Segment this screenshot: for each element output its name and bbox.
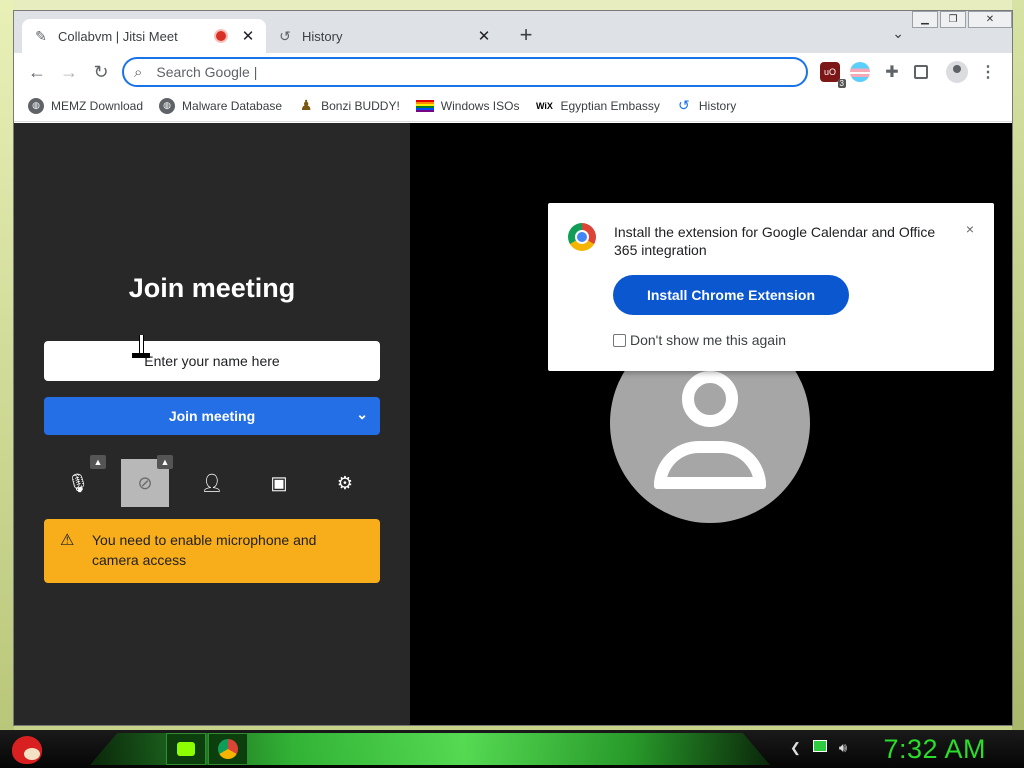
- install-extension-button[interactable]: Install Chrome Extension: [613, 275, 849, 315]
- close-tab-icon[interactable]: ✕: [240, 27, 256, 45]
- profile-avatar-icon[interactable]: [946, 61, 968, 83]
- globe-icon: ◍: [28, 97, 44, 114]
- bookmark-label: Malware Database: [182, 98, 283, 113]
- bookmark-malware-database[interactable]: ◍ Malware Database: [159, 97, 283, 114]
- add-person-icon: 👤︎: [200, 472, 224, 493]
- video-settings-caret-icon[interactable]: ▲: [157, 455, 173, 469]
- extension-popup: Install the extension for Google Calenda…: [548, 203, 994, 371]
- tab-strip: ✎ Collabvm | Jitsi Meet ✕ ↺ History ✕ + …: [14, 11, 1012, 53]
- flag-extension-icon[interactable]: [850, 62, 870, 82]
- browser-window: ✎ Collabvm | Jitsi Meet ✕ ↺ History ✕ + …: [13, 10, 1013, 726]
- ublock-badge: 3: [837, 79, 846, 88]
- bookmarks-bar: ◍ MEMZ Download ◍ Malware Database ♟ Bon…: [14, 90, 1012, 122]
- extensions-puzzle-icon[interactable]: ✚: [882, 62, 902, 82]
- checkbox-icon[interactable]: [613, 333, 626, 347]
- warning-icon: ⚠: [60, 532, 75, 549]
- dont-show-again-checkbox[interactable]: Don't show me this again: [613, 332, 786, 348]
- desktop-background-right: [1012, 0, 1024, 730]
- forward-button[interactable]: →: [56, 59, 82, 85]
- taskbar: ❮ 🔊︎ 7:32 AM: [0, 730, 1024, 768]
- volume-icon[interactable]: 🔊︎: [839, 740, 847, 756]
- browser-toolbar: ← → ↻ ⌕ uO3 ✚ ⋮: [14, 53, 1012, 90]
- taskbar-app-chrome[interactable]: [208, 733, 248, 765]
- warning-text: You need to enable microphone and camera…: [92, 532, 317, 568]
- background-button[interactable]: ▣: [255, 459, 303, 507]
- tray-arrow-icon[interactable]: ❮: [790, 740, 801, 756]
- permission-warning: ⚠ You need to enable microphone and came…: [44, 519, 380, 583]
- settings-button[interactable]: ⚙: [321, 459, 369, 507]
- audio-settings-caret-icon[interactable]: ▲: [90, 455, 106, 469]
- close-icon[interactable]: ×: [966, 221, 974, 237]
- history-icon: ↺: [279, 27, 291, 44]
- taskbar-app-green[interactable]: [166, 733, 206, 765]
- desktop-background-left: [0, 0, 14, 730]
- invite-button[interactable]: 👤︎: [188, 459, 236, 507]
- start-button[interactable]: [8, 732, 46, 766]
- page-title: Join meeting: [128, 273, 296, 303]
- system-tray: ❮ 🔊︎: [790, 740, 847, 756]
- tab-title: Collabvm | Jitsi Meet: [58, 28, 178, 44]
- rainbow-flag-icon: [415, 99, 434, 112]
- tab-history[interactable]: ↺ History ✕: [266, 19, 502, 53]
- side-panel-icon[interactable]: [914, 65, 928, 79]
- back-button[interactable]: ←: [24, 59, 50, 85]
- maximize-button[interactable]: ❐: [940, 11, 966, 28]
- wix-icon: WiX: [536, 100, 553, 111]
- join-meeting-label: Join meeting: [168, 408, 256, 424]
- clock[interactable]: 7:32 AM: [883, 734, 986, 765]
- address-input[interactable]: [156, 64, 757, 80]
- tab-search-chevron-icon[interactable]: ⌄: [892, 25, 904, 42]
- prejoin-panel: Join meeting Join meeting ⌄ 🎙︎ ▲ ⊘ ▲ 👤︎: [14, 123, 410, 725]
- page-content: Join meeting Join meeting ⌄ 🎙︎ ▲ ⊘ ▲ 👤︎: [14, 123, 1012, 725]
- gear-icon: ⚙: [336, 472, 354, 493]
- chrome-logo-icon: [568, 223, 596, 251]
- bookmark-bonzi-buddy[interactable]: ♟ Bonzi BUDDY!: [298, 97, 400, 114]
- minimize-button[interactable]: ▁: [912, 11, 938, 28]
- network-icon[interactable]: [812, 740, 827, 752]
- history-icon: ↺: [678, 97, 690, 113]
- angry-bird-icon: [12, 736, 42, 764]
- omnibox[interactable]: ⌕: [122, 57, 808, 87]
- microphone-icon: 🎙︎: [66, 472, 90, 493]
- close-tab-icon[interactable]: ✕: [476, 27, 492, 45]
- close-window-button[interactable]: ✕: [968, 11, 1012, 28]
- avatar-body-icon: [654, 441, 766, 489]
- join-meeting-button[interactable]: Join meeting ⌄: [44, 397, 380, 435]
- kebab-menu-icon[interactable]: ⋮: [978, 62, 998, 82]
- device-toolbar: 🎙︎ ▲ ⊘ ▲ 👤︎ ▣ ⚙: [14, 455, 410, 507]
- tab-jitsi[interactable]: ✎ Collabvm | Jitsi Meet ✕: [22, 19, 266, 53]
- video-preview: Install the extension for Google Calenda…: [410, 123, 1012, 725]
- text-cursor-icon: [130, 331, 150, 359]
- window-controls: ▁ ❐ ✕: [912, 11, 1012, 28]
- bonzi-icon: ♟: [299, 97, 313, 113]
- checkbox-label: Don't show me this again: [630, 332, 786, 348]
- recording-indicator-icon: [216, 31, 226, 41]
- bookmark-label: Egyptian Embassy: [560, 98, 660, 113]
- globe-icon: ◍: [159, 97, 176, 114]
- search-icon: ⌕: [134, 63, 143, 81]
- green-app-icon: [177, 742, 195, 756]
- bookmark-label: History: [698, 98, 737, 113]
- new-tab-button[interactable]: +: [514, 22, 538, 47]
- feather-icon: ✎: [35, 27, 47, 44]
- ublock-extension-icon[interactable]: uO 3: [820, 62, 846, 88]
- bookmark-windows-isos[interactable]: Windows ISOs: [415, 98, 520, 113]
- reload-button[interactable]: ↻: [88, 59, 114, 85]
- popup-message: Install the extension for Google Calenda…: [614, 224, 936, 258]
- chrome-icon: [218, 739, 238, 759]
- image-icon: ▣: [270, 472, 288, 493]
- bookmark-label: Windows ISOs: [440, 98, 520, 113]
- avatar-head-icon: [682, 371, 738, 427]
- chevron-down-icon[interactable]: ⌄: [356, 406, 368, 423]
- display-name-input[interactable]: [44, 341, 380, 381]
- bookmark-label: Bonzi BUDDY!: [321, 98, 400, 113]
- bookmark-label: MEMZ Download: [51, 98, 144, 113]
- desktop-background-top: [0, 0, 1024, 10]
- bookmark-egyptian-embassy[interactable]: WiX Egyptian Embassy: [535, 98, 660, 114]
- tab-title: History: [302, 28, 343, 44]
- bookmark-memz[interactable]: ◍ MEMZ Download: [28, 97, 144, 114]
- camera-off-icon: ⊘: [137, 472, 153, 493]
- bookmark-history[interactable]: ↺ History: [676, 97, 737, 114]
